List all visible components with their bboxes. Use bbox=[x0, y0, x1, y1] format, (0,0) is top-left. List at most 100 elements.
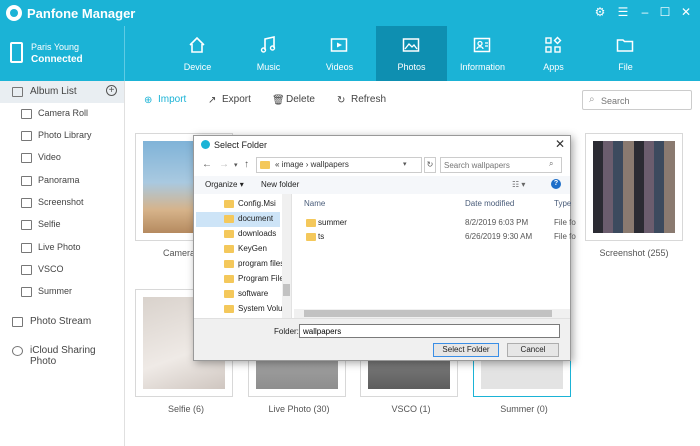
app-title: Panfone Manager bbox=[27, 6, 136, 21]
minimize-icon[interactable]: – bbox=[637, 4, 653, 20]
device-user: Paris Young bbox=[31, 42, 80, 52]
sidebar-item-video[interactable]: Video bbox=[0, 147, 124, 169]
view-options-icon[interactable]: ☷ ▾ bbox=[512, 180, 525, 189]
file-type: File fo bbox=[554, 218, 576, 227]
help-icon[interactable]: ? bbox=[551, 179, 561, 189]
sidebar-item-photo-library[interactable]: Photo Library bbox=[0, 125, 124, 147]
tab-device[interactable]: Device bbox=[162, 26, 233, 81]
tree-item-label: KeyGen bbox=[238, 244, 267, 253]
sidebar-item-album-list[interactable]: Album List + bbox=[0, 81, 124, 103]
device-info[interactable]: Paris Young Connected bbox=[0, 26, 125, 81]
organize-label: Organize bbox=[205, 180, 238, 189]
refresh-button[interactable]: ↻ Refresh bbox=[337, 94, 386, 106]
trash-icon: 🗑 bbox=[272, 95, 285, 106]
sidebar-item-screenshot[interactable]: Screenshot bbox=[0, 192, 124, 214]
scrollbar-thumb[interactable] bbox=[283, 284, 290, 296]
sidebar-item-photo-stream[interactable]: Photo Stream bbox=[0, 311, 124, 333]
tab-file[interactable]: File bbox=[590, 26, 661, 81]
add-album-icon[interactable]: + bbox=[106, 85, 117, 96]
export-label: Export bbox=[222, 94, 251, 105]
select-folder-dialog: Select Folder ✕ ← → ▾ ↑ « image › wallpa… bbox=[193, 135, 576, 361]
album-thumbnail bbox=[593, 141, 675, 233]
folder-icon bbox=[306, 233, 316, 241]
tree-item-selected[interactable]: document bbox=[196, 212, 280, 227]
close-icon[interactable]: ✕ bbox=[678, 4, 694, 20]
camera-icon bbox=[21, 109, 32, 119]
address-dropdown-icon[interactable]: ▾ bbox=[403, 160, 407, 168]
maximize-icon[interactable]: ☐ bbox=[657, 4, 673, 20]
sidebar-item-label: Screenshot bbox=[38, 197, 84, 207]
search-input[interactable] bbox=[601, 94, 689, 107]
tab-music[interactable]: Music bbox=[233, 26, 304, 81]
dialog-search-input[interactable] bbox=[444, 160, 544, 170]
sidebar-item-panorama[interactable]: Panorama bbox=[0, 170, 124, 192]
history-dropdown-icon[interactable]: ▾ bbox=[234, 161, 238, 169]
column-header-name[interactable]: Name bbox=[304, 199, 325, 208]
file-date: 8/2/2019 6:03 PM bbox=[465, 218, 529, 227]
folder-icon bbox=[224, 275, 234, 283]
refresh-icon[interactable]: ↻ bbox=[424, 157, 436, 173]
sidebar-item-camera-roll[interactable]: Camera Roll bbox=[0, 103, 124, 125]
sidebar-item-selfie[interactable]: Selfie bbox=[0, 214, 124, 236]
sidebar-item-summer[interactable]: Summer bbox=[0, 281, 124, 303]
sidebar-item-live-photo[interactable]: Live Photo bbox=[0, 237, 124, 259]
tree-item[interactable]: Config.Msi bbox=[196, 197, 280, 212]
album-screenshot[interactable] bbox=[585, 133, 683, 241]
path-segment[interactable]: image bbox=[282, 160, 304, 169]
delete-button[interactable]: 🗑Delete bbox=[272, 94, 315, 106]
new-folder-button[interactable]: New folder bbox=[261, 180, 299, 189]
scrollbar-thumb[interactable] bbox=[304, 310, 552, 317]
select-folder-button[interactable]: Select Folder bbox=[433, 343, 499, 357]
column-header-date[interactable]: Date modified bbox=[465, 199, 514, 208]
import-label: Import bbox=[158, 94, 187, 105]
album-icon bbox=[21, 265, 32, 275]
album-caption: VSCO (1) bbox=[391, 404, 431, 414]
sidebar-item-vsco[interactable]: VSCO bbox=[0, 259, 124, 281]
tab-videos[interactable]: Videos bbox=[304, 26, 375, 81]
back-arrow-icon[interactable]: ← bbox=[202, 159, 212, 170]
dialog-search-box[interactable]: ⌕ bbox=[440, 157, 562, 173]
tab-information[interactable]: Information bbox=[447, 26, 518, 81]
sidebar-item-icloud-sharing[interactable]: iCloud Sharing Photo bbox=[0, 340, 124, 367]
path-segment[interactable]: wallpapers bbox=[311, 160, 349, 169]
refresh-label: Refresh bbox=[351, 94, 387, 105]
export-button[interactable]: ↗ Export bbox=[208, 94, 251, 106]
folder-icon bbox=[616, 39, 634, 52]
cancel-button[interactable]: Cancel bbox=[507, 343, 559, 357]
tab-label: Information bbox=[459, 62, 506, 72]
tree-item-label: program files bbox=[238, 259, 282, 268]
tree-item[interactable]: program files bbox=[196, 257, 282, 272]
video-icon bbox=[21, 153, 32, 163]
list-scrollbar[interactable] bbox=[294, 309, 570, 318]
address-bar[interactable]: « image › wallpapers ▾ bbox=[256, 157, 422, 173]
up-arrow-icon[interactable]: ↑ bbox=[244, 159, 249, 170]
sidebar-item-label: Video bbox=[38, 152, 61, 162]
tree-item[interactable]: KeyGen bbox=[196, 242, 280, 257]
cloud-icon bbox=[12, 346, 23, 356]
organize-menu[interactable]: Organize ▾ bbox=[205, 180, 244, 189]
tree-item[interactable]: software bbox=[196, 287, 280, 302]
settings-icon[interactable]: ⚙ bbox=[592, 4, 608, 20]
tab-photos[interactable]: Photos bbox=[376, 26, 447, 81]
tree-item[interactable]: Program Files bbox=[196, 272, 282, 287]
dialog-close-icon[interactable]: ✕ bbox=[554, 138, 566, 150]
album-caption: Live Photo (30) bbox=[268, 404, 330, 414]
dialog-app-icon bbox=[201, 140, 210, 149]
column-header-type[interactable]: Type bbox=[554, 199, 571, 208]
tree-scrollbar[interactable] bbox=[282, 194, 291, 318]
tree-item[interactable]: downloads bbox=[196, 227, 280, 242]
file-row[interactable]: ts 6/26/2019 9:30 AM File fo bbox=[294, 230, 576, 244]
tree-item-label: software bbox=[238, 289, 269, 298]
tab-apps[interactable]: Apps bbox=[518, 26, 589, 81]
panorama-icon bbox=[21, 176, 32, 186]
menu-icon[interactable]: ☰ bbox=[615, 4, 631, 20]
forward-arrow-icon[interactable]: → bbox=[219, 159, 229, 170]
import-button[interactable]: ⊕ Import bbox=[144, 94, 186, 106]
screenshot-icon bbox=[21, 198, 32, 208]
delete-label: Delete bbox=[286, 94, 315, 105]
search-box[interactable]: ⌕ bbox=[582, 90, 692, 110]
dialog-address-row: ← → ▾ ↑ « image › wallpapers ▾ ↻ ⌕ bbox=[194, 154, 570, 176]
file-row[interactable]: summer 8/2/2019 6:03 PM File fo bbox=[294, 216, 576, 230]
tree-item[interactable]: System Volun bbox=[196, 302, 282, 317]
folder-name-input[interactable] bbox=[299, 324, 560, 338]
